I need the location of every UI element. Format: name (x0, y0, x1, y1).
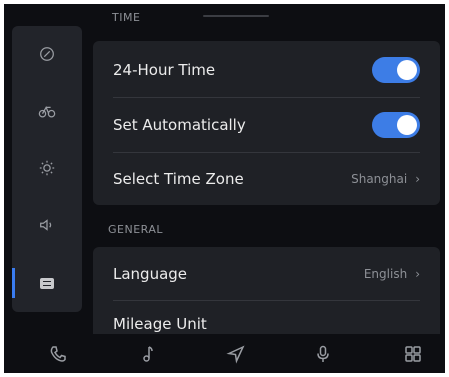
settings-list-icon (40, 277, 54, 289)
bicycle-icon (38, 105, 56, 118)
toggle-set-automatically[interactable] (372, 112, 420, 138)
dock-microphone[interactable] (303, 334, 343, 373)
time-settings-card: 24-Hour Time Set Automatically Select Ti… (93, 41, 440, 205)
label-language: Language (113, 265, 188, 283)
label-mileage-unit: Mileage Unit (113, 315, 207, 333)
sidebar-item-bicycle[interactable] (12, 86, 82, 136)
settings-sidebar (12, 26, 82, 312)
toggle-knob (397, 60, 417, 80)
active-indicator (12, 268, 15, 298)
language-value: English › (364, 267, 420, 281)
row-select-time-zone[interactable]: Select Time Zone Shanghai › (93, 152, 440, 206)
dock-music[interactable] (128, 334, 168, 373)
sidebar-item-brightness[interactable] (12, 143, 82, 193)
row-set-automatically: Set Automatically (93, 98, 440, 152)
dock-phone[interactable] (38, 334, 78, 373)
label-set-automatically: Set Automatically (113, 116, 246, 134)
row-24-hour-time: 24-Hour Time (93, 43, 440, 97)
toggle-knob (397, 115, 417, 135)
music-note-icon (143, 345, 153, 362)
dock-apps[interactable] (393, 334, 433, 373)
brightness-icon (39, 160, 55, 176)
time-zone-value: Shanghai › (351, 172, 420, 186)
dock-navigation[interactable] (216, 334, 256, 373)
row-language[interactable]: Language English › (93, 247, 440, 301)
disc-icon (40, 47, 54, 61)
bottom-dock (4, 334, 445, 373)
app-window: TIME 24-Hour Time Set Automatically Sele… (4, 4, 445, 373)
general-settings-card: Language English › Mileage Unit (93, 247, 440, 347)
label-select-time-zone: Select Time Zone (113, 170, 244, 188)
time-zone-text: Shanghai (351, 172, 408, 186)
sidebar-item-sound[interactable] (12, 200, 82, 250)
navigation-icon (226, 344, 245, 364)
label-24-hour-time: 24-Hour Time (113, 61, 216, 79)
language-text: English (363, 267, 408, 281)
section-header-time: TIME (112, 11, 141, 24)
drag-handle[interactable] (203, 15, 269, 17)
sidebar-item-disc[interactable] (12, 29, 82, 79)
section-header-general: GENERAL (108, 223, 164, 236)
microphone-icon (317, 345, 329, 362)
toggle-24-hour-time[interactable] (372, 57, 420, 83)
phone-icon (50, 345, 66, 362)
app-grid-icon (405, 345, 421, 362)
screen: TIME 24-Hour Time Set Automatically Sele… (0, 0, 449, 377)
chevron-right-icon: › (415, 267, 420, 281)
chevron-right-icon: › (415, 172, 420, 186)
speaker-icon (40, 219, 52, 231)
sidebar-item-settings[interactable] (12, 258, 82, 308)
